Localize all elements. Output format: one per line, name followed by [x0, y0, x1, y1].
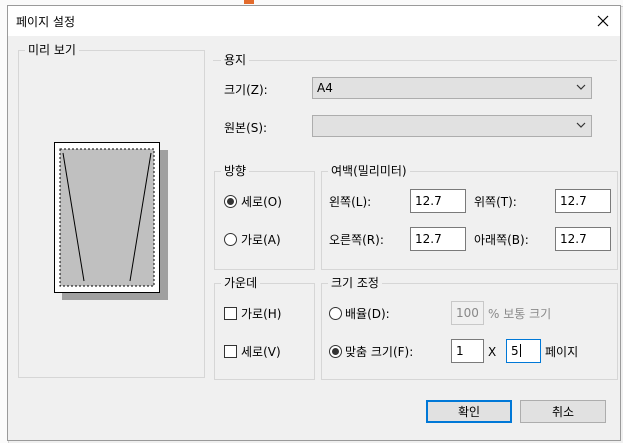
portrait-label[interactable]: 세로(O): [241, 195, 282, 209]
fit-tall-value: 5: [511, 344, 519, 358]
landscape-label[interactable]: 가로(A): [241, 233, 281, 247]
portrait-radio[interactable]: [224, 195, 237, 208]
background-orange-mark: [244, 0, 254, 4]
chevron-down-icon: [576, 84, 586, 90]
fit-to-label[interactable]: 맞춤 크기(F):: [345, 345, 413, 359]
dialog-title: 페이지 설정: [16, 15, 76, 29]
center-horizontal-label[interactable]: 가로(H): [241, 307, 281, 321]
pages-label: 페이지: [545, 345, 579, 359]
top-margin-input[interactable]: 12.7: [555, 189, 611, 213]
top-margin-label: 위쪽(T):: [474, 195, 517, 209]
bottom-margin-label: 아래쪽(B):: [474, 233, 529, 247]
text-caret: [519, 344, 521, 357]
right-margin-input[interactable]: 12.7: [410, 227, 466, 251]
adjust-suffix-label: % 보통 크기: [488, 307, 552, 321]
center-vertical-label[interactable]: 세로(V): [241, 345, 281, 359]
margins-group: 여백(밀리미터): [321, 164, 618, 270]
paper-sheet: [54, 142, 160, 293]
margins-label: 여백(밀리미터): [328, 164, 410, 178]
orientation-label: 방향: [221, 164, 250, 178]
landscape-radio[interactable]: [224, 233, 237, 246]
center-label: 가운데: [221, 276, 261, 290]
preview-label: 미리 보기: [25, 43, 79, 57]
page-preview: [54, 142, 168, 300]
screen: 페이지 설정 미리 보기 용지 크기(Z): A4 원본(S): 방향 세로(O…: [0, 0, 623, 443]
chevron-down-icon: [576, 122, 586, 128]
paper-size-value: A4: [317, 81, 333, 95]
center-group: 가운데: [214, 276, 315, 380]
scaling-label: 크기 조정: [328, 276, 382, 290]
right-margin-label: 오른쪽(R):: [329, 233, 384, 247]
printable-area: [59, 148, 155, 287]
cancel-button[interactable]: 취소: [520, 400, 606, 423]
paper-size-select[interactable]: A4: [312, 77, 592, 99]
fit-wide-input[interactable]: 1: [451, 339, 484, 363]
left-margin-input[interactable]: 12.7: [410, 189, 466, 213]
title-bar: 페이지 설정: [8, 6, 620, 36]
fit-x-label: X: [488, 345, 497, 359]
adjust-to-label[interactable]: 배율(D):: [345, 307, 390, 321]
bottom-margin-input[interactable]: 12.7: [555, 227, 611, 251]
ok-button[interactable]: 확인: [426, 400, 512, 423]
adjust-percent-input[interactable]: 100: [451, 301, 484, 325]
close-icon: [597, 15, 609, 27]
paper-source-select[interactable]: [312, 115, 592, 137]
source-label: 원본(S):: [224, 121, 268, 135]
size-label: 크기(Z):: [224, 83, 268, 97]
fit-to-radio[interactable]: [329, 345, 342, 358]
adjust-to-radio[interactable]: [329, 307, 342, 320]
center-horizontal-checkbox[interactable]: [224, 307, 237, 320]
fit-tall-input[interactable]: 5: [506, 339, 541, 363]
left-margin-label: 왼쪽(L):: [329, 195, 372, 209]
close-button[interactable]: [592, 10, 614, 32]
scaling-group: 크기 조정: [321, 276, 618, 380]
paper-group-label: 용지: [221, 53, 250, 67]
page-setup-dialog: 페이지 설정 미리 보기 용지 크기(Z): A4 원본(S): 방향 세로(O…: [7, 5, 621, 441]
orientation-group: 방향: [214, 164, 315, 270]
center-vertical-checkbox[interactable]: [224, 345, 237, 358]
